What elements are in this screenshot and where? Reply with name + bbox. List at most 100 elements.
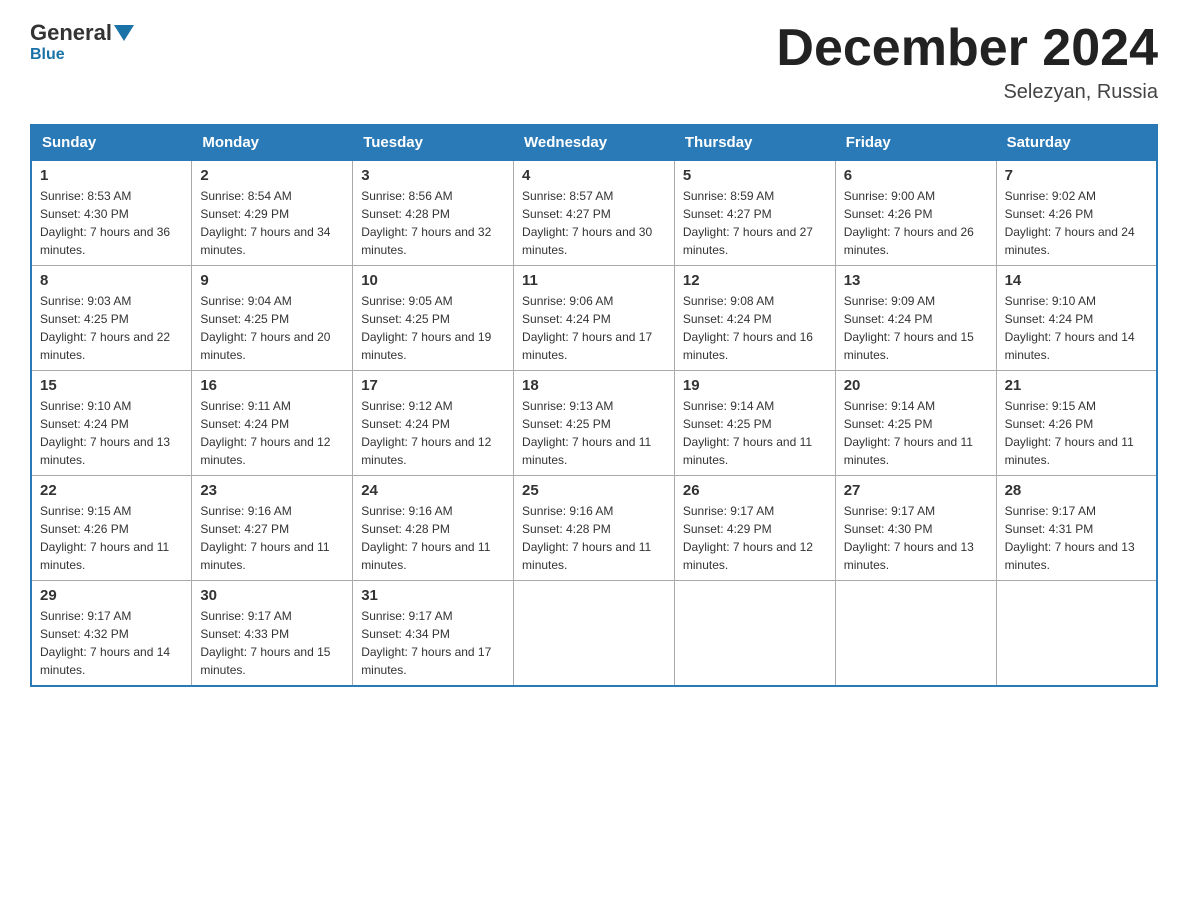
table-row: 27 Sunrise: 9:17 AM Sunset: 4:30 PM Dayl… [835, 476, 996, 581]
calendar-week-3: 15 Sunrise: 9:10 AM Sunset: 4:24 PM Dayl… [31, 371, 1157, 476]
day-number: 8 [40, 272, 183, 289]
day-info: Sunrise: 9:02 AM Sunset: 4:26 PM Dayligh… [1005, 187, 1148, 259]
table-row: 7 Sunrise: 9:02 AM Sunset: 4:26 PM Dayli… [996, 160, 1157, 266]
table-row: 25 Sunrise: 9:16 AM Sunset: 4:28 PM Dayl… [514, 476, 675, 581]
table-row: 8 Sunrise: 9:03 AM Sunset: 4:25 PM Dayli… [31, 266, 192, 371]
table-row: 21 Sunrise: 9:15 AM Sunset: 4:26 PM Dayl… [996, 371, 1157, 476]
location-subtitle: Selezyan, Russia [776, 81, 1158, 104]
day-info: Sunrise: 9:11 AM Sunset: 4:24 PM Dayligh… [200, 397, 344, 469]
logo: General Blue [30, 20, 136, 64]
day-info: Sunrise: 8:53 AM Sunset: 4:30 PM Dayligh… [40, 187, 183, 259]
day-info: Sunrise: 9:08 AM Sunset: 4:24 PM Dayligh… [683, 292, 827, 364]
col-header-sunday: Sunday [31, 125, 192, 160]
calendar-week-1: 1 Sunrise: 8:53 AM Sunset: 4:30 PM Dayli… [31, 160, 1157, 266]
table-row: 28 Sunrise: 9:17 AM Sunset: 4:31 PM Dayl… [996, 476, 1157, 581]
day-number: 19 [683, 377, 827, 394]
table-row: 24 Sunrise: 9:16 AM Sunset: 4:28 PM Dayl… [353, 476, 514, 581]
calendar-header-row: Sunday Monday Tuesday Wednesday Thursday… [31, 125, 1157, 160]
day-number: 29 [40, 587, 183, 604]
calendar-table: Sunday Monday Tuesday Wednesday Thursday… [30, 124, 1158, 687]
table-row [674, 581, 835, 687]
day-info: Sunrise: 8:57 AM Sunset: 4:27 PM Dayligh… [522, 187, 666, 259]
day-info: Sunrise: 9:13 AM Sunset: 4:25 PM Dayligh… [522, 397, 666, 469]
day-number: 1 [40, 167, 183, 184]
table-row: 11 Sunrise: 9:06 AM Sunset: 4:24 PM Dayl… [514, 266, 675, 371]
day-number: 7 [1005, 167, 1148, 184]
table-row: 14 Sunrise: 9:10 AM Sunset: 4:24 PM Dayl… [996, 266, 1157, 371]
day-number: 20 [844, 377, 988, 394]
day-number: 18 [522, 377, 666, 394]
col-header-tuesday: Tuesday [353, 125, 514, 160]
calendar-week-5: 29 Sunrise: 9:17 AM Sunset: 4:32 PM Dayl… [31, 581, 1157, 687]
day-number: 31 [361, 587, 505, 604]
day-info: Sunrise: 9:16 AM Sunset: 4:27 PM Dayligh… [200, 502, 344, 574]
col-header-monday: Monday [192, 125, 353, 160]
title-block: December 2024 Selezyan, Russia [776, 20, 1158, 104]
table-row: 12 Sunrise: 9:08 AM Sunset: 4:24 PM Dayl… [674, 266, 835, 371]
day-info: Sunrise: 8:56 AM Sunset: 4:28 PM Dayligh… [361, 187, 505, 259]
table-row: 18 Sunrise: 9:13 AM Sunset: 4:25 PM Dayl… [514, 371, 675, 476]
day-info: Sunrise: 9:14 AM Sunset: 4:25 PM Dayligh… [683, 397, 827, 469]
table-row [835, 581, 996, 687]
table-row [514, 581, 675, 687]
day-info: Sunrise: 9:03 AM Sunset: 4:25 PM Dayligh… [40, 292, 183, 364]
table-row: 13 Sunrise: 9:09 AM Sunset: 4:24 PM Dayl… [835, 266, 996, 371]
day-number: 30 [200, 587, 344, 604]
day-info: Sunrise: 9:17 AM Sunset: 4:30 PM Dayligh… [844, 502, 988, 574]
day-number: 9 [200, 272, 344, 289]
page-header: General Blue December 2024 Selezyan, Rus… [30, 20, 1158, 104]
table-row: 23 Sunrise: 9:16 AM Sunset: 4:27 PM Dayl… [192, 476, 353, 581]
day-info: Sunrise: 9:15 AM Sunset: 4:26 PM Dayligh… [1005, 397, 1148, 469]
col-header-friday: Friday [835, 125, 996, 160]
table-row: 29 Sunrise: 9:17 AM Sunset: 4:32 PM Dayl… [31, 581, 192, 687]
day-number: 27 [844, 482, 988, 499]
day-info: Sunrise: 9:06 AM Sunset: 4:24 PM Dayligh… [522, 292, 666, 364]
day-number: 28 [1005, 482, 1148, 499]
day-number: 16 [200, 377, 344, 394]
table-row: 9 Sunrise: 9:04 AM Sunset: 4:25 PM Dayli… [192, 266, 353, 371]
day-number: 26 [683, 482, 827, 499]
col-header-thursday: Thursday [674, 125, 835, 160]
col-header-saturday: Saturday [996, 125, 1157, 160]
day-number: 21 [1005, 377, 1148, 394]
col-header-wednesday: Wednesday [514, 125, 675, 160]
logo-triangle-icon [114, 25, 134, 41]
table-row: 10 Sunrise: 9:05 AM Sunset: 4:25 PM Dayl… [353, 266, 514, 371]
day-info: Sunrise: 9:00 AM Sunset: 4:26 PM Dayligh… [844, 187, 988, 259]
day-number: 12 [683, 272, 827, 289]
day-info: Sunrise: 9:17 AM Sunset: 4:29 PM Dayligh… [683, 502, 827, 574]
day-info: Sunrise: 9:12 AM Sunset: 4:24 PM Dayligh… [361, 397, 505, 469]
day-info: Sunrise: 9:17 AM Sunset: 4:32 PM Dayligh… [40, 607, 183, 679]
table-row [996, 581, 1157, 687]
table-row: 22 Sunrise: 9:15 AM Sunset: 4:26 PM Dayl… [31, 476, 192, 581]
day-number: 22 [40, 482, 183, 499]
calendar-week-4: 22 Sunrise: 9:15 AM Sunset: 4:26 PM Dayl… [31, 476, 1157, 581]
day-number: 24 [361, 482, 505, 499]
day-number: 6 [844, 167, 988, 184]
month-title: December 2024 [776, 20, 1158, 77]
table-row: 31 Sunrise: 9:17 AM Sunset: 4:34 PM Dayl… [353, 581, 514, 687]
table-row: 19 Sunrise: 9:14 AM Sunset: 4:25 PM Dayl… [674, 371, 835, 476]
day-number: 14 [1005, 272, 1148, 289]
day-number: 25 [522, 482, 666, 499]
day-number: 23 [200, 482, 344, 499]
day-number: 5 [683, 167, 827, 184]
day-info: Sunrise: 9:04 AM Sunset: 4:25 PM Dayligh… [200, 292, 344, 364]
day-info: Sunrise: 9:16 AM Sunset: 4:28 PM Dayligh… [361, 502, 505, 574]
table-row: 2 Sunrise: 8:54 AM Sunset: 4:29 PM Dayli… [192, 160, 353, 266]
logo-general-text: General [30, 20, 112, 46]
logo-blue-text: Blue [30, 46, 65, 64]
day-info: Sunrise: 9:16 AM Sunset: 4:28 PM Dayligh… [522, 502, 666, 574]
day-number: 17 [361, 377, 505, 394]
day-info: Sunrise: 9:17 AM Sunset: 4:33 PM Dayligh… [200, 607, 344, 679]
table-row: 6 Sunrise: 9:00 AM Sunset: 4:26 PM Dayli… [835, 160, 996, 266]
day-info: Sunrise: 9:15 AM Sunset: 4:26 PM Dayligh… [40, 502, 183, 574]
day-info: Sunrise: 9:17 AM Sunset: 4:31 PM Dayligh… [1005, 502, 1148, 574]
day-info: Sunrise: 9:05 AM Sunset: 4:25 PM Dayligh… [361, 292, 505, 364]
day-info: Sunrise: 9:10 AM Sunset: 4:24 PM Dayligh… [1005, 292, 1148, 364]
table-row: 17 Sunrise: 9:12 AM Sunset: 4:24 PM Dayl… [353, 371, 514, 476]
day-number: 13 [844, 272, 988, 289]
table-row: 4 Sunrise: 8:57 AM Sunset: 4:27 PM Dayli… [514, 160, 675, 266]
day-info: Sunrise: 8:59 AM Sunset: 4:27 PM Dayligh… [683, 187, 827, 259]
day-number: 2 [200, 167, 344, 184]
